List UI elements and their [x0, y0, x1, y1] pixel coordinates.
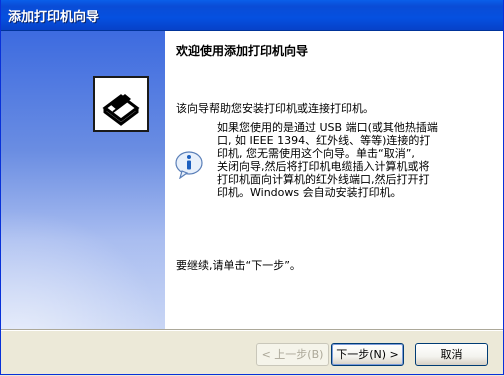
- info-balloon-icon: [174, 151, 204, 180]
- intro-text: 该向导帮助您安装打印机或连接打印机。: [176, 102, 374, 115]
- side-panel-decoration: [1, 209, 165, 329]
- window-title: 添加打印机向导: [8, 10, 100, 25]
- back-button[interactable]: < 上一步(B): [256, 343, 329, 366]
- wizard-side-panel: [1, 31, 165, 329]
- info-text: 如果您使用的是通过 USB 端口(或其他热插端 口, 如 IEEE 1394、红…: [217, 121, 438, 199]
- wizard-window: 添加打印机向导 欢迎使用添加打印机向导 该向导帮助您安装打印机或连接打印机。 如…: [0, 0, 504, 375]
- wizard-content: 欢迎使用添加打印机向导 该向导帮助您安装打印机或连接打印机。 如果您使用的是通过…: [165, 31, 503, 329]
- printer-icon: [93, 76, 149, 132]
- wizard-heading: 欢迎使用添加打印机向导: [176, 44, 309, 58]
- next-button[interactable]: 下一步(N) >: [331, 343, 404, 366]
- button-divider: [1, 329, 503, 331]
- cancel-button[interactable]: 取消: [415, 343, 488, 366]
- title-bar[interactable]: 添加打印机向导: [1, 0, 503, 31]
- continue-instruction: 要继续,请单击“下一步”。: [176, 259, 301, 272]
